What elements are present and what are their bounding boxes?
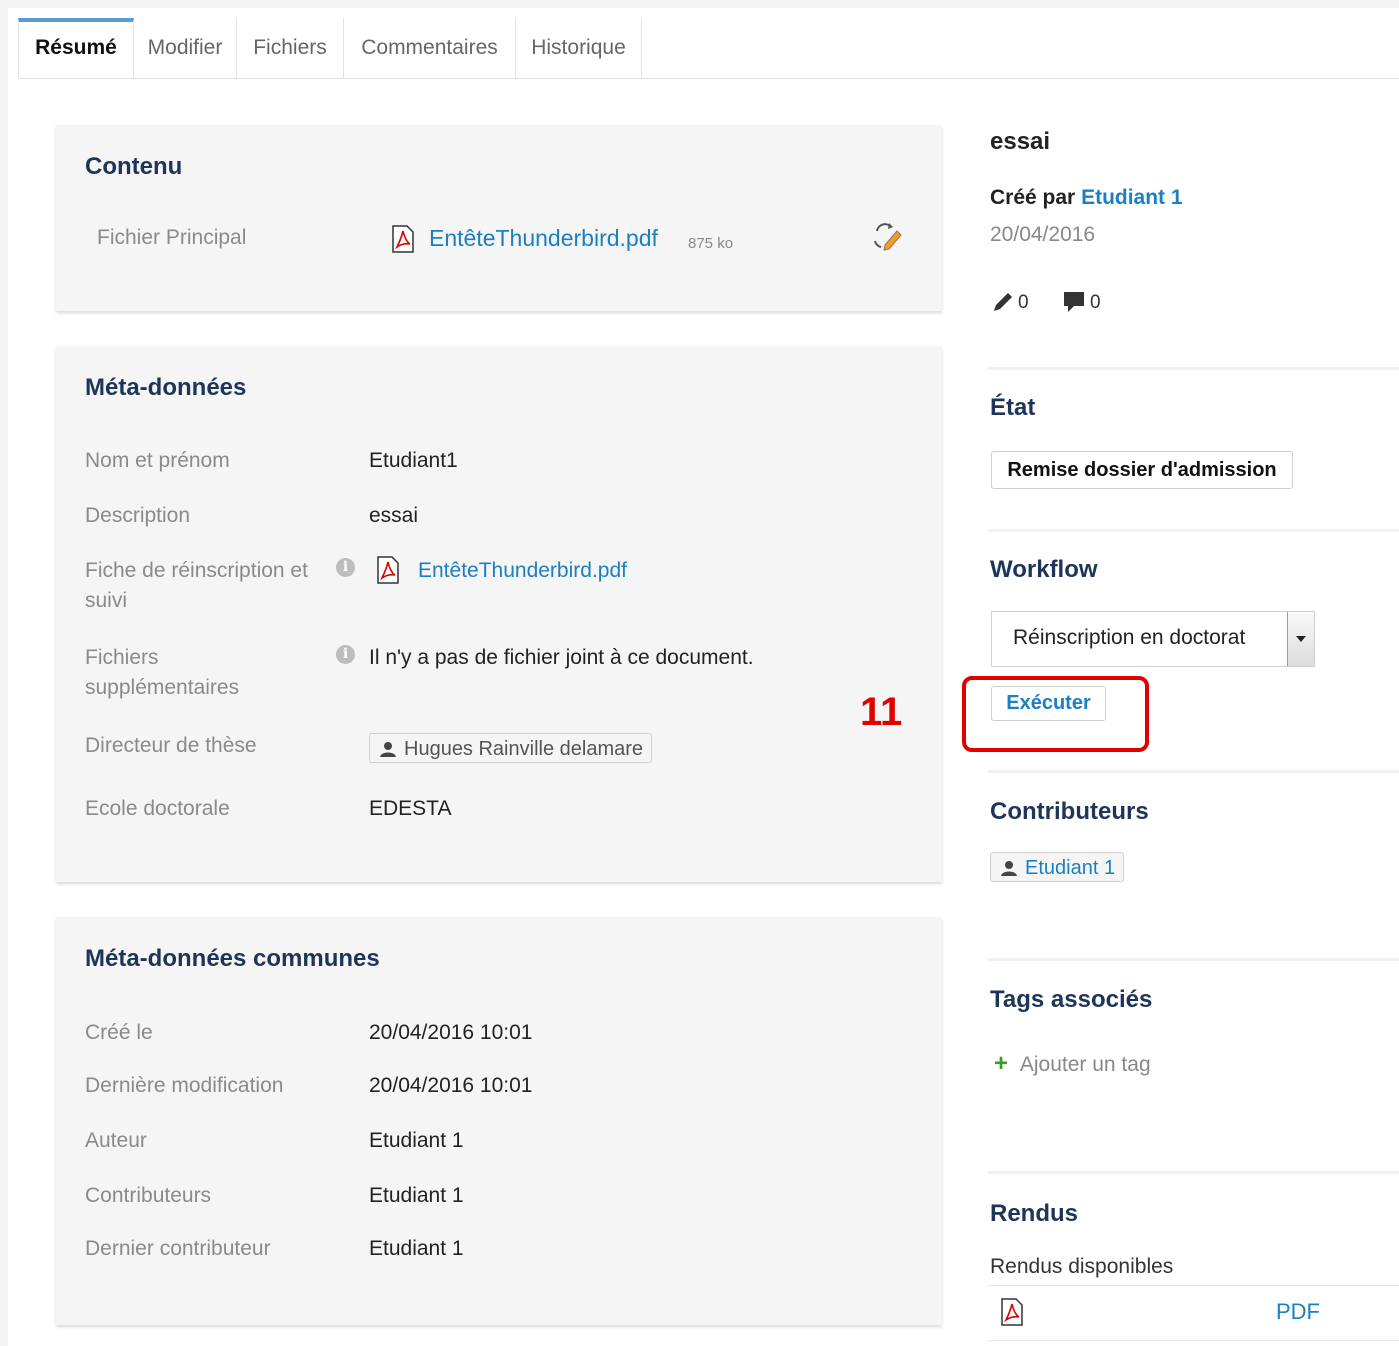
- director-name: Hugues Rainville delamare: [404, 738, 644, 760]
- created-by-user-link[interactable]: Etudiant 1: [1081, 186, 1183, 209]
- document-title: essai: [990, 128, 1051, 155]
- info-icon[interactable]: i: [336, 645, 355, 664]
- add-tag-label: Ajouter un tag: [1019, 1053, 1151, 1076]
- user-icon: [380, 742, 396, 757]
- description-value: essai: [369, 504, 419, 527]
- tab-resume[interactable]: Résumé: [18, 18, 134, 78]
- pdf-icon: [1001, 1298, 1023, 1326]
- created-on-label: Créé le: [85, 1021, 153, 1044]
- plus-icon: +: [994, 1050, 1009, 1077]
- last-modified-label: Dernière modification: [85, 1074, 284, 1097]
- contributors-title: Contributeurs: [990, 798, 1149, 825]
- workflow-select[interactable]: Réinscription en doctorat: [991, 611, 1315, 667]
- tab-historique[interactable]: Historique: [516, 18, 642, 78]
- workflow-title: Workflow: [990, 556, 1098, 583]
- window-top-border: [0, 0, 1399, 8]
- reinscription-label: Fiche de réinscription et suivi: [85, 559, 308, 612]
- created-on-value: 20/04/2016 10:01: [369, 1021, 533, 1044]
- created-by: Créé par Etudiant 1: [990, 186, 1183, 210]
- add-tag-link[interactable]: + Ajouter un tag: [994, 1050, 1151, 1078]
- document-tabs: Résumé Modifier Fichiers Commentaires Hi…: [18, 18, 1399, 79]
- contributors-value: Etudiant 1: [369, 1184, 464, 1207]
- pdf-icon: [392, 225, 414, 253]
- main-file-size: 875 ko: [688, 235, 734, 252]
- doctoral-school-label: Ecole doctorale: [85, 797, 230, 820]
- divider: [988, 367, 1399, 370]
- tab-modifier[interactable]: Modifier: [134, 18, 237, 78]
- divider: [988, 1285, 1399, 1286]
- pdf-icon: [377, 556, 399, 584]
- metadata-panel: Méta-données Nom et prénom Etudiant1 Des…: [56, 346, 942, 882]
- reinscription-file-link[interactable]: EntêteThunderbird.pdf: [418, 556, 627, 586]
- info-icon[interactable]: i: [336, 558, 355, 577]
- comment-icon: [1064, 292, 1084, 312]
- user-icon: [1001, 861, 1017, 876]
- contenu-title: Contenu: [85, 153, 183, 180]
- doctoral-school-value: EDESTA: [369, 797, 452, 820]
- pdf-rendition-link[interactable]: PDF: [1276, 1299, 1320, 1325]
- created-date: 20/04/2016: [990, 223, 1096, 246]
- common-metadata-panel: Méta-données communes Créé le 20/04/2016…: [56, 917, 942, 1325]
- divider: [988, 770, 1399, 773]
- workflow-selected-value: Réinscription en doctorat: [1013, 626, 1246, 649]
- name-value: Etudiant1: [369, 449, 458, 472]
- comment-count: 0: [1090, 292, 1101, 313]
- annotation-highlight-box: [962, 676, 1149, 752]
- author-label: Auteur: [85, 1129, 147, 1152]
- renditions-subtitle: Rendus disponibles: [990, 1255, 1174, 1278]
- tags-title: Tags associés: [990, 986, 1153, 1013]
- last-contributor-label: Dernier contributeur: [85, 1237, 271, 1260]
- divider: [988, 1171, 1399, 1174]
- main-file-link[interactable]: EntêteThunderbird.pdf: [429, 223, 658, 253]
- divider: [988, 529, 1399, 532]
- created-by-prefix: Créé par: [990, 186, 1076, 209]
- tab-fichiers[interactable]: Fichiers: [237, 18, 344, 78]
- name-label: Nom et prénom: [85, 449, 230, 472]
- contributor-badge[interactable]: Etudiant 1: [990, 852, 1125, 882]
- last-contributor-value: Etudiant 1: [369, 1237, 464, 1260]
- description-label: Description: [85, 504, 191, 527]
- chevron-down-icon[interactable]: [1287, 612, 1314, 666]
- divider: [988, 1340, 1399, 1341]
- contenu-panel: Contenu Fichier Principal EntêteThunderb…: [56, 125, 942, 311]
- state-badge: Remise dossier d'admission: [991, 451, 1293, 489]
- contributor-name: Etudiant 1: [1025, 857, 1116, 879]
- additional-files-label: Fichiers supplémentaires: [85, 646, 240, 699]
- contributors-label: Contributeurs: [85, 1184, 212, 1207]
- annotation-number: 11: [860, 690, 903, 734]
- pencil-icon: [994, 293, 1012, 311]
- director-label: Directeur de thèse: [85, 734, 257, 757]
- divider: [988, 958, 1399, 961]
- additional-files-value: Il n'y a pas de fichier joint à ce docum…: [369, 646, 754, 669]
- edit-count: 0: [1018, 292, 1029, 313]
- state-title: État: [990, 394, 1036, 421]
- window-left-border: [0, 0, 8, 1346]
- replace-file-icon[interactable]: [871, 221, 903, 251]
- common-metadata-title: Méta-données communes: [85, 945, 380, 972]
- author-value: Etudiant 1: [369, 1129, 464, 1152]
- tab-commentaires[interactable]: Commentaires: [344, 18, 516, 78]
- renditions-title: Rendus: [990, 1200, 1079, 1227]
- director-user-badge[interactable]: Hugues Rainville delamare: [369, 733, 653, 763]
- last-modified-value: 20/04/2016 10:01: [369, 1074, 533, 1097]
- main-file-label: Fichier Principal: [97, 226, 247, 249]
- metadata-title: Méta-données: [85, 374, 247, 401]
